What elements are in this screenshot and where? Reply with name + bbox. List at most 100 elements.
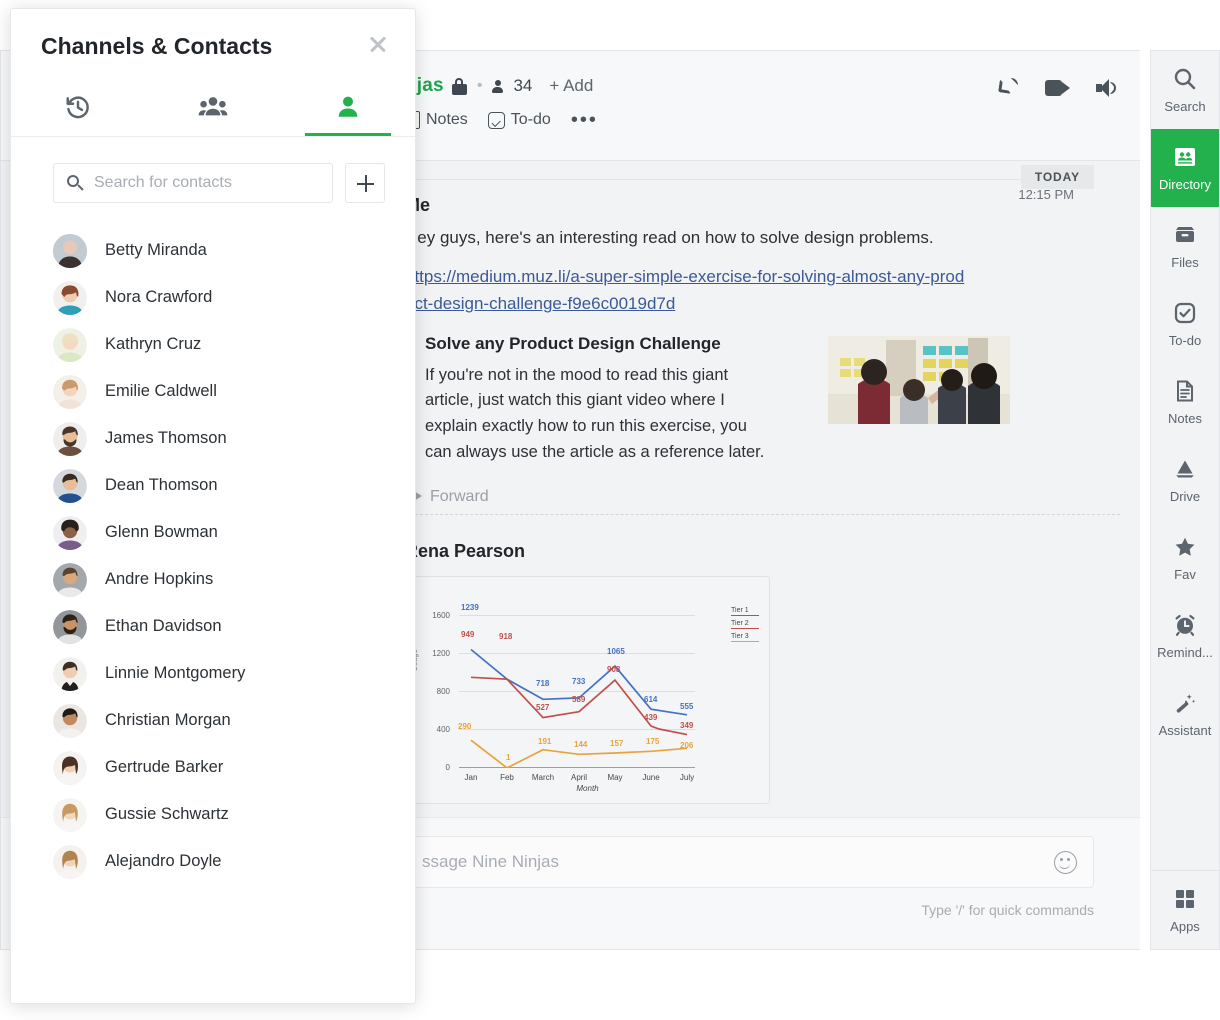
list-item[interactable]: Linnie Montgomery [53, 650, 415, 697]
chart-data-label: 614 [644, 695, 658, 705]
chat-header-actions [998, 77, 1118, 98]
separator-dot: • [476, 77, 483, 94]
smiley-icon[interactable] [1054, 850, 1077, 874]
avatar [53, 703, 87, 738]
chart-data-label: 718 [536, 679, 550, 689]
right-sidebar: Search Directory Files To-do Notes Drive… [1150, 50, 1220, 950]
chart-ytick: 0 [445, 763, 450, 773]
chat-tab-notes-label: Notes [426, 111, 468, 128]
sidebar-item-directory[interactable]: Directory [1151, 129, 1219, 207]
chart-legend: Tier 1 Tier 2 Tier 3 [731, 607, 759, 646]
preview-thumbnail [828, 335, 1010, 424]
magic-wand-icon [1173, 690, 1197, 716]
app-root: njas • 34 + Add Notes To-do ••• TODAY Me… [0, 0, 1220, 1020]
speaker-icon[interactable] [1096, 78, 1118, 97]
list-item[interactable]: James Thomson [53, 415, 415, 462]
sidebar-label: Search [1164, 99, 1206, 114]
checkbox-icon [1173, 300, 1197, 326]
contact-name: Christian Morgan [105, 711, 231, 729]
list-item[interactable]: Andre Hopkins [53, 556, 415, 603]
contact-name: Emilie Caldwell [105, 382, 217, 400]
chart-data-label: 918 [499, 632, 513, 642]
alarm-clock-icon [1173, 612, 1197, 638]
member-icon [492, 79, 504, 93]
contact-name: Linnie Montgomery [105, 664, 246, 682]
close-icon[interactable] [365, 31, 391, 57]
list-item[interactable]: Emilie Caldwell [53, 368, 415, 415]
sidebar-item-fav[interactable]: Fav [1151, 519, 1219, 597]
chart-data-label: 206 [680, 741, 694, 751]
contact-name: Gussie Schwartz [105, 805, 229, 823]
channels-contacts-dialog: Channels & Contacts Search for contacts … [10, 8, 416, 1004]
add-contact-button[interactable] [345, 163, 385, 203]
list-item[interactable]: Nora Crawford [53, 274, 415, 321]
sidebar-item-apps[interactable]: Apps [1151, 871, 1219, 949]
list-item[interactable]: Kathryn Cruz [53, 321, 415, 368]
contact-name: James Thomson [105, 429, 227, 447]
chart-data-label: 589 [572, 695, 586, 705]
tab-channels[interactable] [146, 71, 281, 136]
sidebar-item-files[interactable]: Files [1151, 207, 1219, 285]
sidebar-item-search[interactable]: Search [1151, 51, 1219, 129]
chart-data-label: 144 [574, 740, 588, 750]
sidebar-item-drive[interactable]: Drive [1151, 441, 1219, 519]
tab-recent[interactable] [11, 71, 146, 136]
message-author: Me [405, 195, 431, 215]
add-members-link[interactable]: + Add [549, 76, 593, 96]
sidebar-label: Fav [1174, 567, 1196, 582]
avatar [53, 562, 87, 597]
sidebar-label: Notes [1168, 411, 1202, 426]
message-timestamp: 12:15 PM [1018, 187, 1074, 202]
chart-ytick: 800 [436, 687, 450, 697]
history-clock-icon [64, 93, 92, 126]
chart-data-label: 527 [536, 703, 550, 713]
line-chart: Usage 1600 1200 800 400 0 [412, 585, 761, 795]
more-options-icon[interactable]: ••• [571, 110, 598, 130]
chart-xtick: April [570, 773, 587, 783]
list-item[interactable]: Alejandro Doyle [53, 838, 415, 885]
chart-attachment[interactable]: Usage 1600 1200 800 400 0 [405, 576, 770, 805]
message-separator [405, 514, 1120, 516]
chat-tab-todo-label: To-do [510, 111, 551, 128]
list-item[interactable]: Christian Morgan [53, 697, 415, 744]
video-call-icon[interactable] [1045, 79, 1070, 96]
message-text: Hey guys, here's an interesting read on … [405, 228, 934, 247]
search-input[interactable]: Search for contacts [53, 163, 333, 203]
composer-hint: Type '/' for quick commands [921, 902, 1094, 918]
tab-contacts[interactable] [280, 71, 415, 136]
star-icon [1173, 534, 1197, 560]
avatar [53, 280, 87, 315]
list-item[interactable]: Dean Thomson [53, 462, 415, 509]
sidebar-item-reminders[interactable]: Remind... [1151, 597, 1219, 675]
chart-ytick: 1200 [432, 649, 450, 659]
list-item[interactable]: Glenn Bowman [53, 509, 415, 556]
chart-data-label: 908 [607, 665, 621, 675]
call-icon[interactable] [998, 77, 1019, 98]
sidebar-item-todo[interactable]: To-do [1151, 285, 1219, 363]
list-item[interactable]: Gussie Schwartz [53, 791, 415, 838]
avatar [53, 233, 87, 268]
chat-tab-todo[interactable]: To-do [487, 111, 551, 129]
people-group-icon [198, 93, 228, 126]
contact-list[interactable]: Betty Miranda Nora Crawford Kathryn Cruz… [11, 221, 415, 885]
list-item[interactable]: Ethan Davidson [53, 603, 415, 650]
message-item: Me Hey guys, here's an interesting read … [405, 161, 1120, 516]
contact-name: Gertrude Barker [105, 758, 224, 776]
list-item[interactable]: Betty Miranda [53, 227, 415, 274]
sidebar-label: Files [1171, 255, 1199, 270]
sidebar-label: Remind... [1157, 645, 1213, 660]
sidebar-item-notes[interactable]: Notes [1151, 363, 1219, 441]
message-input-placeholder: ssage Nine Ninjas [422, 852, 560, 871]
chart-x-axis-title: Month [576, 784, 599, 794]
list-item[interactable]: Gertrude Barker [53, 744, 415, 791]
member-count: 34 [513, 76, 533, 95]
message-link[interactable]: https://medium.muz.li/a-super-simple-exe… [405, 263, 970, 318]
chart-ytick: 400 [436, 725, 450, 735]
message-input[interactable]: ssage Nine Ninjas [405, 836, 1094, 888]
contact-name: Nora Crawford [105, 288, 213, 306]
chart-data-label: 175 [646, 737, 660, 747]
contact-name: Dean Thomson [105, 476, 218, 494]
forward-button[interactable]: Forward [405, 488, 489, 506]
sidebar-item-assistant[interactable]: Assistant [1151, 675, 1219, 753]
link-preview-card[interactable]: Solve any Product Design Challenge If yo… [405, 333, 1010, 467]
